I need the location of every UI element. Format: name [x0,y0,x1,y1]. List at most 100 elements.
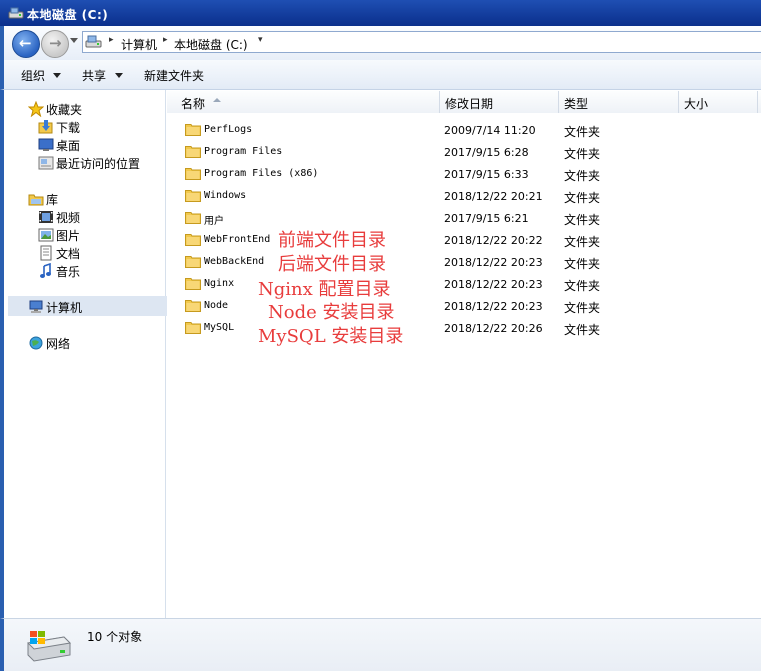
file-name: Program Files (x86) [204,168,319,179]
back-button[interactable]: ← [12,30,40,58]
new-folder-button[interactable]: 新建文件夹 [144,67,204,84]
forward-arrow-icon: → [49,34,62,52]
breadcrumb-local-disk[interactable]: 本地磁盘 (C:) [174,36,248,53]
sidebar-item-label: 网络 [46,337,71,351]
navigation-bar: ← → ▸ 计算机 ▸ 本地磁盘 (C:) ▾ [0,26,761,60]
document-icon [38,245,54,261]
file-date: 2018/12/22 20:26 [444,322,543,335]
column-label: 修改日期 [445,97,494,111]
annotation-mysql: MySQL 安装目录 [258,326,404,347]
music-icon [38,262,54,279]
explorer-window: 本地磁盘 (C:) ← → ▸ 计算机 ▸ 本地磁盘 (C:) ▾ 组织 共享 … [0,0,761,671]
organize-button[interactable]: 组织 [21,67,45,84]
file-type: 文件夹 [564,125,601,139]
file-type: 文件夹 [564,169,601,183]
folder-icon [185,255,201,268]
downloads-icon [38,119,54,135]
folder-icon [185,145,201,158]
computer-icon [28,299,44,315]
file-type: 文件夹 [564,301,601,315]
file-type: 文件夹 [564,257,601,271]
file-name: Node [204,300,229,311]
file-row[interactable]: WebFrontEnd 2018/12/22 20:22 文件夹 [167,229,761,251]
command-toolbar: 组织 共享 新建文件夹 [0,60,761,90]
file-row[interactable]: PerfLogs 2009/7/14 11:20 文件夹 [167,119,761,141]
annotation-frontend: 前端文件目录 [278,230,386,251]
picture-icon [38,227,54,243]
sidebar-item-label: 视频 [56,211,81,225]
column-header-type[interactable]: 类型 [559,91,679,113]
details-pane: 10 个对象 [0,618,761,671]
folder-icon [185,321,201,334]
folder-icon [185,167,201,180]
column-header-size[interactable]: 大小 [679,91,758,113]
desktop-icon [38,137,54,153]
recent-pages-dropdown[interactable] [70,38,78,43]
file-type: 文件夹 [564,213,601,227]
forward-button[interactable]: → [41,30,69,58]
file-date: 2018/12/22 20:23 [444,256,543,269]
network-icon [28,335,44,351]
file-date: 2017/9/15 6:28 [444,146,529,159]
folder-icon [185,233,201,246]
video-icon [38,209,54,225]
file-type: 文件夹 [564,279,601,293]
drive-icon [24,629,72,666]
folder-icon [185,189,201,202]
file-row[interactable]: Node 2018/12/22 20:23 文件夹 [167,295,761,317]
title-bar: 本地磁盘 (C:) [0,0,761,26]
sidebar-item-label: 图片 [56,229,81,243]
file-row[interactable]: Program Files 2017/9/15 6:28 文件夹 [167,141,761,163]
annotation-backend: 后端文件目录 [278,254,386,275]
file-type: 文件夹 [564,191,601,205]
file-date: 2017/9/15 6:33 [444,168,529,181]
share-button[interactable]: 共享 [82,67,106,84]
file-name: MySQL [204,322,235,333]
address-bar[interactable]: ▸ 计算机 ▸ 本地磁盘 (C:) ▾ [82,31,761,53]
sidebar-item-label: 下载 [56,121,81,135]
sort-ascending-icon [213,98,221,102]
folder-icon [185,123,201,136]
file-row[interactable]: 用户 2017/9/15 6:21 文件夹 [167,207,761,229]
file-date: 2018/12/22 20:22 [444,234,543,247]
file-date: 2018/12/22 20:23 [444,278,543,291]
file-date: 2017/9/15 6:21 [444,212,529,225]
file-row[interactable]: Nginx 2018/12/22 20:23 文件夹 [167,273,761,295]
folder-icon [185,299,201,312]
drive-icon [8,5,24,24]
column-header-date[interactable]: 修改日期 [440,91,559,113]
sidebar-item-label: 收藏夹 [46,103,83,117]
column-label: 类型 [564,97,589,111]
library-icon [28,191,44,207]
annotation-node: Node 安装目录 [268,302,395,323]
file-name: Windows [204,190,247,201]
chevron-down-icon[interactable] [53,73,61,78]
sidebar-item-label: 桌面 [56,139,81,153]
navigation-pane: 收藏夹 下载 桌面 最近访问的位置 库 视频 图片 文档 音乐 计算机 网络 [0,90,168,618]
sidebar-item-label: 计算机 [46,301,83,315]
star-icon [27,100,45,118]
back-arrow-icon: ← [19,34,32,52]
file-row[interactable]: WebBackEnd 2018/12/22 20:23 文件夹 [167,251,761,273]
chevron-down-icon[interactable] [115,73,123,78]
chevron-down-icon[interactable]: ▾ [258,35,263,45]
chevron-right-icon[interactable]: ▸ [109,35,114,45]
file-type: 文件夹 [564,235,601,249]
folder-icon [185,277,201,290]
breadcrumb-computer[interactable]: 计算机 [121,36,157,53]
file-date: 2018/12/22 20:21 [444,190,543,203]
file-date: 2009/7/14 11:20 [444,124,536,137]
column-label: 大小 [684,97,709,111]
column-label: 名称 [181,97,206,111]
column-header-name[interactable]: 名称 [167,91,440,113]
file-name: 用户 [204,216,224,227]
sidebar-item-label: 库 [46,193,59,207]
sidebar-item-label: 音乐 [56,265,81,279]
file-type: 文件夹 [564,323,601,337]
chevron-right-icon[interactable]: ▸ [163,35,168,45]
window-title: 本地磁盘 (C:) [27,8,109,22]
file-row[interactable]: Program Files (x86) 2017/9/15 6:33 文件夹 [167,163,761,185]
file-row[interactable]: Windows 2018/12/22 20:21 文件夹 [167,185,761,207]
file-row[interactable]: MySQL 2018/12/22 20:26 文件夹 [167,317,761,339]
file-name: PerfLogs [204,124,253,135]
